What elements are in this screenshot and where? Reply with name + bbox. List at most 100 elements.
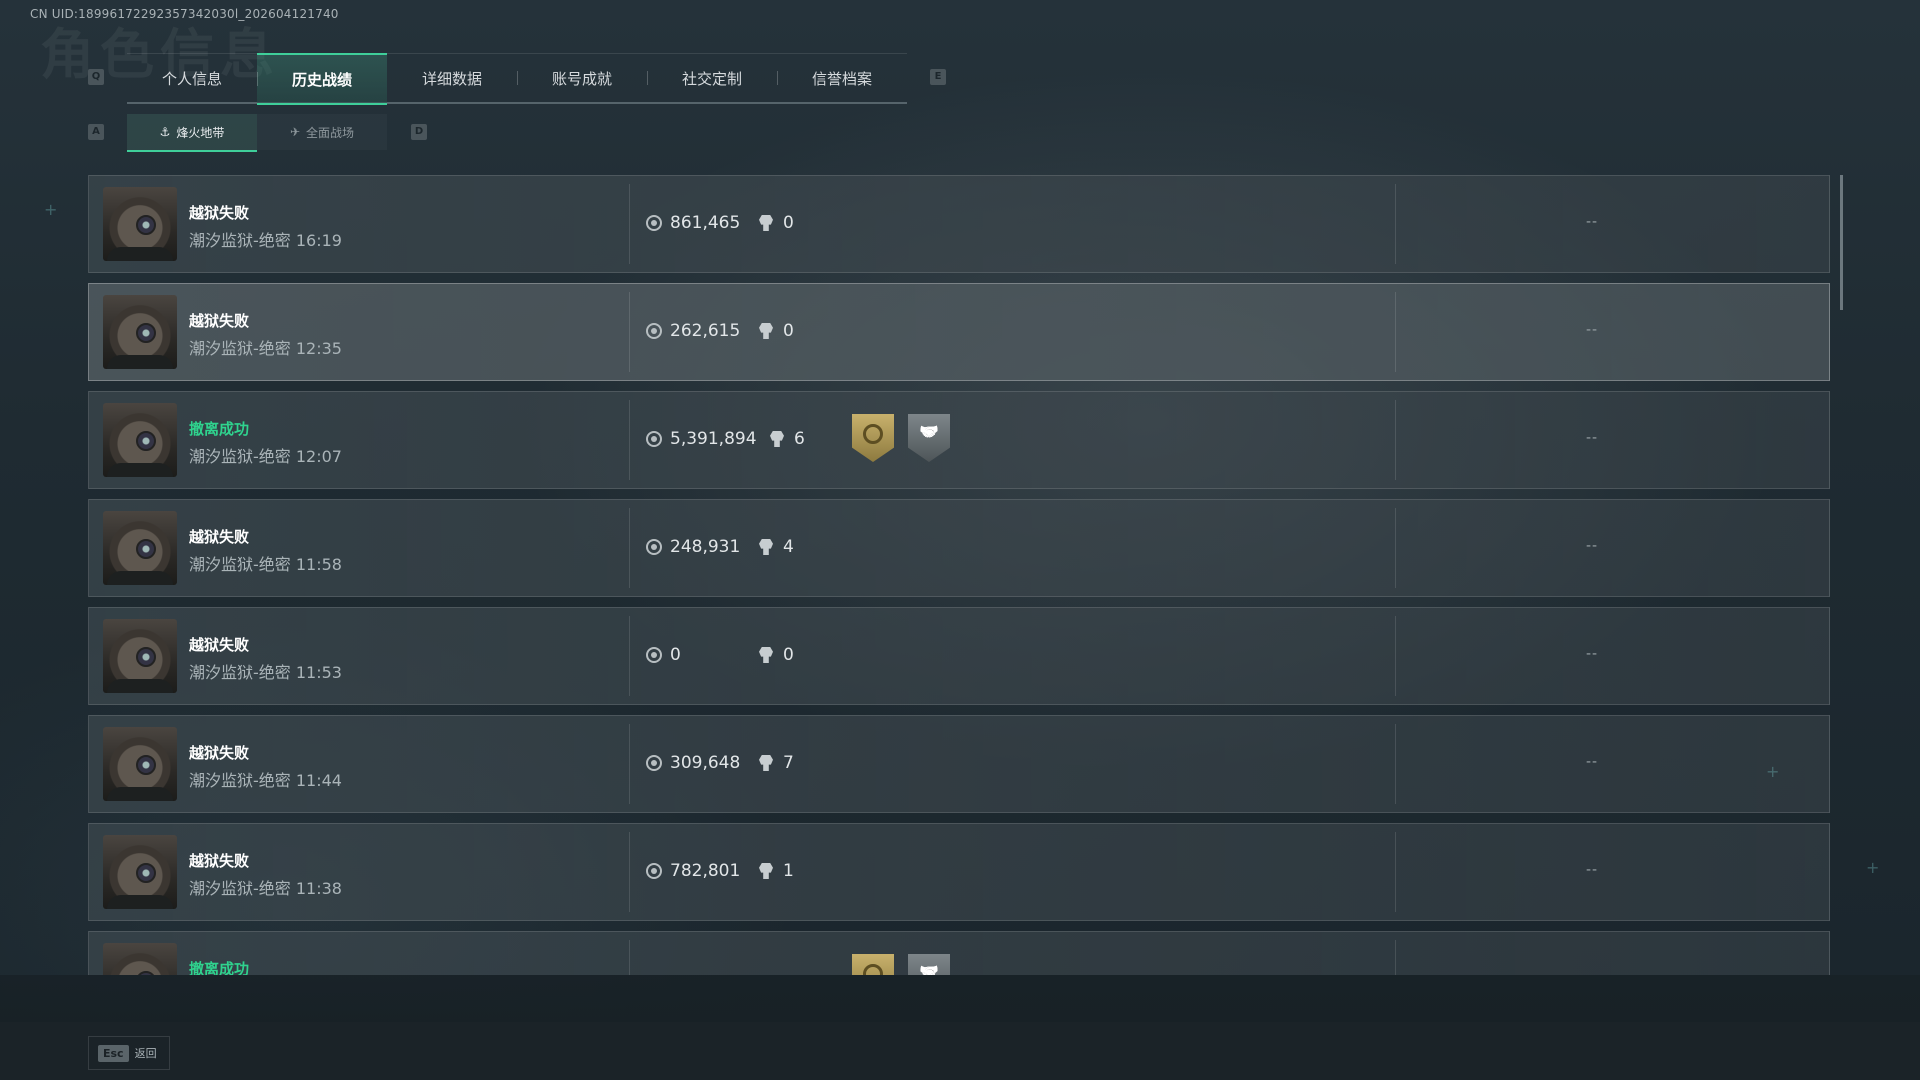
goggle-lens bbox=[136, 539, 156, 559]
match-row[interactable]: 越狱失败 潮汐监狱-绝密 16:19 861,465 0 -- bbox=[88, 175, 1830, 273]
skull-icon bbox=[759, 215, 773, 231]
main-tabs: 个人信息 历史战绩 详细数据 账号成就 社交定制 信誉档案 bbox=[127, 53, 907, 105]
loot-value: 262,615 bbox=[646, 321, 740, 341]
goggle-lens bbox=[136, 755, 156, 775]
shoulder bbox=[107, 355, 173, 369]
shoulder bbox=[107, 895, 173, 909]
match-row[interactable]: 越狱失败潮汐监狱-绝密 11:58 248,931 4 -- bbox=[88, 499, 1830, 597]
coin-icon bbox=[646, 323, 662, 339]
match-result: 越狱失败 bbox=[189, 204, 250, 222]
grey-handshake-icon[interactable] bbox=[908, 414, 950, 462]
kill-count-text: 0 bbox=[783, 645, 794, 665]
column-divider bbox=[629, 508, 630, 588]
shoulder bbox=[107, 463, 173, 477]
prev-tab-key[interactable]: Q bbox=[88, 69, 104, 85]
loot-value: 5,391,894 bbox=[646, 429, 757, 449]
tab-4[interactable]: 社交定制 bbox=[647, 54, 777, 102]
kill-count: 7 bbox=[759, 753, 794, 773]
extra-value: -- bbox=[1586, 430, 1599, 446]
match-row[interactable]: 越狱失败 潮汐监狱-绝密 11:53 0 0 -- bbox=[88, 607, 1830, 705]
gold-target-icon[interactable] bbox=[852, 414, 894, 462]
skull-icon bbox=[759, 539, 773, 555]
coin-icon bbox=[646, 647, 662, 663]
column-divider bbox=[629, 292, 630, 372]
coin-icon bbox=[646, 539, 662, 555]
plane-icon: ✈ bbox=[289, 125, 301, 139]
deco-cross: + bbox=[1866, 858, 1880, 877]
shoulder bbox=[107, 787, 173, 801]
kill-count: 4 bbox=[759, 537, 794, 557]
match-map-time: 潮汐监狱-绝密 11:58 bbox=[189, 555, 342, 574]
loot-value: 248,931 bbox=[646, 537, 740, 557]
operator-avatar bbox=[103, 187, 177, 261]
kill-count-text: 7 bbox=[783, 753, 794, 773]
column-divider bbox=[629, 184, 630, 264]
match-result: 撤离成功 bbox=[189, 420, 250, 438]
next-tab-key[interactable]: E bbox=[930, 69, 946, 85]
loot-value: 782,801 bbox=[646, 861, 740, 881]
match-result: 越狱失败 bbox=[189, 528, 250, 546]
anchor-icon: ⚓ bbox=[159, 125, 171, 139]
loot-value: 0 bbox=[646, 645, 681, 665]
extra-value: -- bbox=[1586, 214, 1599, 230]
tab-3[interactable]: 账号成就 bbox=[517, 54, 647, 102]
match-row[interactable]: 越狱失败 潮汐监狱-绝密 12:35 262,615 0 -- bbox=[88, 283, 1830, 381]
skull-icon bbox=[759, 647, 773, 663]
back-button[interactable]: Esc 返回 bbox=[88, 1036, 170, 1070]
next-subtab-key[interactable]: D bbox=[411, 124, 427, 140]
loot-value: 309,648 bbox=[646, 753, 740, 773]
scrollbar[interactable] bbox=[1840, 175, 1843, 310]
prev-subtab-key[interactable]: A bbox=[88, 124, 104, 140]
goggle-lens bbox=[136, 431, 156, 451]
subtab-1[interactable]: ✈ 全面战场 bbox=[257, 114, 387, 150]
gold-target-icon[interactable] bbox=[852, 954, 894, 975]
tab-0[interactable]: 个人信息 bbox=[127, 54, 257, 102]
list-fade bbox=[0, 975, 1920, 1023]
skull-icon bbox=[770, 431, 784, 447]
skull-icon bbox=[759, 323, 773, 339]
column-divider bbox=[629, 400, 630, 480]
coin-icon bbox=[646, 215, 662, 231]
match-row[interactable]: 撤离成功 bbox=[88, 931, 1830, 975]
back-label: 返回 bbox=[134, 1047, 157, 1060]
tab-2[interactable]: 详细数据 bbox=[387, 54, 517, 102]
kill-count-text: 0 bbox=[783, 321, 794, 341]
match-result: 撤离成功 bbox=[189, 960, 250, 975]
kill-count-text: 4 bbox=[783, 537, 794, 557]
operator-avatar bbox=[103, 511, 177, 585]
loot-value-text: 782,801 bbox=[670, 861, 741, 881]
subtab-label: 全面战场 bbox=[306, 125, 355, 140]
column-divider bbox=[1395, 508, 1396, 588]
goggle-lens bbox=[136, 863, 156, 883]
subtab-0[interactable]: ⚓ 烽火地带 bbox=[127, 114, 257, 152]
extra-value: -- bbox=[1586, 538, 1599, 554]
uid-label: CN UID:18996172292357342030l_20260412174… bbox=[30, 7, 339, 21]
shoulder bbox=[107, 679, 173, 693]
shoulder bbox=[107, 571, 173, 585]
grey-handshake-icon[interactable] bbox=[908, 954, 950, 975]
operator-avatar bbox=[103, 943, 177, 975]
match-map-time: 潮汐监狱-绝密 11:53 bbox=[189, 663, 342, 682]
kill-count: 0 bbox=[759, 645, 794, 665]
loot-value-text: 5,391,894 bbox=[670, 429, 757, 449]
kill-count: 0 bbox=[759, 213, 794, 233]
column-divider bbox=[1395, 724, 1396, 804]
match-map-time: 潮汐监狱-绝密 11:38 bbox=[189, 879, 342, 898]
match-map-time: 潮汐监狱-绝密 12:07 bbox=[189, 447, 342, 466]
match-row[interactable]: 撤离成功潮汐监狱-绝密 12:07 5,391,894 6 -- bbox=[88, 391, 1830, 489]
tab-5[interactable]: 信誉档案 bbox=[777, 54, 907, 102]
loot-value-text: 262,615 bbox=[670, 321, 741, 341]
extra-value: -- bbox=[1586, 754, 1599, 770]
match-row[interactable]: 越狱失败 潮汐监狱-绝密 11:44 309,648 7 -- bbox=[88, 715, 1830, 813]
skull-icon bbox=[759, 863, 773, 879]
operator-avatar bbox=[103, 403, 177, 477]
kill-count: 0 bbox=[759, 321, 794, 341]
coin-icon bbox=[646, 755, 662, 771]
tab-1[interactable]: 历史战绩 bbox=[257, 53, 387, 105]
match-row[interactable]: 越狱失败 潮汐监狱-绝密 11:38 782,801 1 -- bbox=[88, 823, 1830, 921]
loot-value-text: 861,465 bbox=[670, 213, 741, 233]
match-result: 越狱失败 bbox=[189, 744, 250, 762]
extra-value: -- bbox=[1586, 322, 1599, 338]
kill-count-text: 0 bbox=[783, 213, 794, 233]
footer-bar bbox=[0, 1022, 1920, 1080]
